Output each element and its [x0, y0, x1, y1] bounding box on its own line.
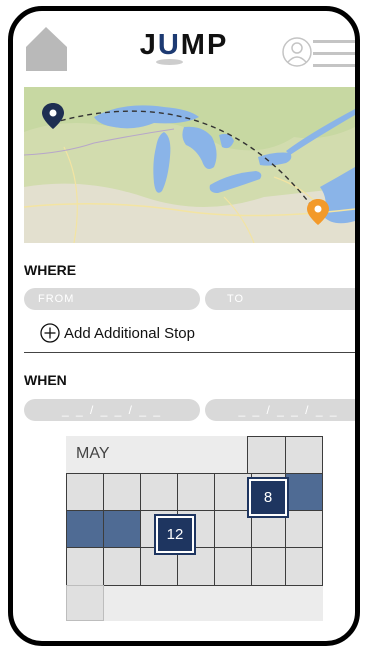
app-header: J UMP — [13, 11, 355, 87]
calendar-day[interactable] — [214, 510, 252, 548]
menu-line — [313, 52, 355, 55]
calendar-day[interactable] — [140, 473, 178, 511]
add-stop-label: Add Additional Stop — [64, 324, 195, 342]
calendar-day[interactable] — [66, 473, 104, 511]
calendar: MAY 8 12 — [66, 436, 323, 621]
calendar-footer — [104, 585, 323, 621]
calendar-day[interactable] — [66, 547, 104, 586]
calendar-day[interactable] — [285, 436, 323, 474]
calendar-start-day[interactable]: 8 — [247, 477, 289, 518]
section-divider — [24, 352, 355, 353]
calendar-day[interactable] — [251, 547, 289, 586]
route-map[interactable] — [24, 87, 355, 243]
when-label: WHEN — [24, 372, 67, 388]
calendar-day[interactable] — [103, 547, 141, 586]
calendar-day[interactable] — [285, 510, 323, 548]
logo-letters-mp: MP — [180, 29, 229, 61]
calendar-end-day[interactable]: 12 — [154, 514, 196, 555]
calendar-month-label: MAY — [76, 445, 110, 462]
end-date-input[interactable]: _ _ / _ _ / _ _ — [205, 399, 355, 421]
calendar-day-in-range[interactable] — [285, 473, 323, 511]
menu-line — [313, 64, 355, 67]
calendar-day[interactable] — [103, 473, 141, 511]
map-graphic — [24, 87, 355, 243]
add-stop-button[interactable]: Add Additional Stop — [40, 323, 195, 343]
from-input[interactable] — [24, 288, 200, 310]
where-label: WHERE — [24, 262, 77, 278]
logo-letter-u: U — [157, 29, 181, 61]
start-date-placeholder: _ _ / _ _ / _ _ — [61, 403, 163, 417]
start-date-input[interactable]: _ _ / _ _ / _ _ — [24, 399, 200, 421]
logo-letter-u-wrap: U — [155, 29, 183, 65]
to-input[interactable] — [205, 288, 355, 310]
calendar-day[interactable] — [285, 547, 323, 586]
calendar-day[interactable] — [247, 436, 286, 474]
plus-circle-icon — [40, 323, 60, 343]
logo-letter-j: J — [139, 29, 158, 61]
calendar-day[interactable] — [214, 473, 252, 511]
calendar-day-in-range[interactable] — [66, 510, 104, 548]
profile-icon[interactable] — [282, 37, 312, 67]
menu-line — [313, 40, 355, 43]
phone-frame: J UMP WHERE FROM TO Add Additional Stop … — [8, 6, 360, 646]
end-date-placeholder: _ _ / _ _ / _ _ — [238, 403, 339, 417]
calendar-day-in-range[interactable] — [103, 510, 141, 548]
calendar-day[interactable] — [66, 585, 104, 621]
hamburger-menu-icon[interactable] — [313, 40, 355, 70]
calendar-day[interactable] — [214, 547, 252, 586]
calendar-day[interactable] — [177, 473, 215, 511]
app-screen: J UMP WHERE FROM TO Add Additional Stop … — [13, 11, 355, 641]
